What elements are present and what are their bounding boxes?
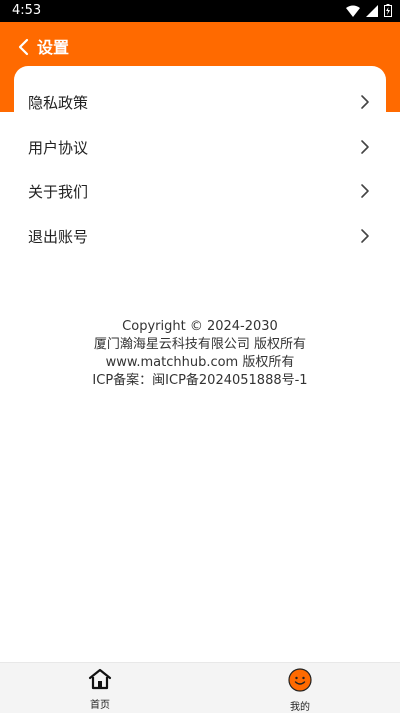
copyright-line: Copyright © 2024-2030 (122, 319, 278, 334)
tab-bar: 首页 我的 (0, 662, 400, 713)
chevron-right-icon (361, 95, 369, 109)
menu-item-about-us[interactable]: 关于我们 (14, 169, 386, 213)
tab-home-label: 首页 (90, 700, 110, 711)
menu-item-label: 关于我们 (28, 183, 89, 201)
status-time: 4:53 (12, 3, 42, 18)
menu-item-privacy-policy[interactable]: 隐私政策 (14, 80, 386, 124)
menu-item-label: 用户协议 (28, 139, 89, 157)
menu-item-label: 隐私政策 (28, 94, 89, 112)
home-icon (88, 668, 112, 690)
company-line: 厦门瀚海星云科技有限公司 版权所有 (93, 337, 307, 352)
menu-item-user-agreement[interactable]: 用户协议 (14, 125, 386, 169)
tab-home[interactable]: 首页 (60, 668, 140, 711)
chevron-right-icon (361, 229, 369, 243)
status-bar: 4:53 (0, 0, 400, 22)
chevron-right-icon (361, 184, 369, 198)
menu-item-label: 退出账号 (28, 228, 89, 246)
profile-face-icon (288, 668, 312, 692)
icp-line: ICP备案：闽ICP备2024051888号-1 (92, 373, 308, 388)
tab-profile[interactable]: 我的 (260, 668, 340, 713)
chevron-right-icon (361, 140, 369, 154)
wifi-icon (346, 5, 360, 17)
back-icon[interactable] (16, 36, 32, 58)
page-title: 设置 (37, 38, 70, 57)
website-line: www.matchhub.com 版权所有 (105, 355, 295, 370)
battery-icon (384, 4, 392, 17)
tab-profile-label: 我的 (290, 702, 310, 713)
signal-icon (366, 4, 378, 17)
menu-item-logout[interactable]: 退出账号 (14, 214, 386, 258)
copyright-block: Copyright © 2024-2030 厦门瀚海星云科技有限公司 版权所有 … (0, 318, 400, 390)
